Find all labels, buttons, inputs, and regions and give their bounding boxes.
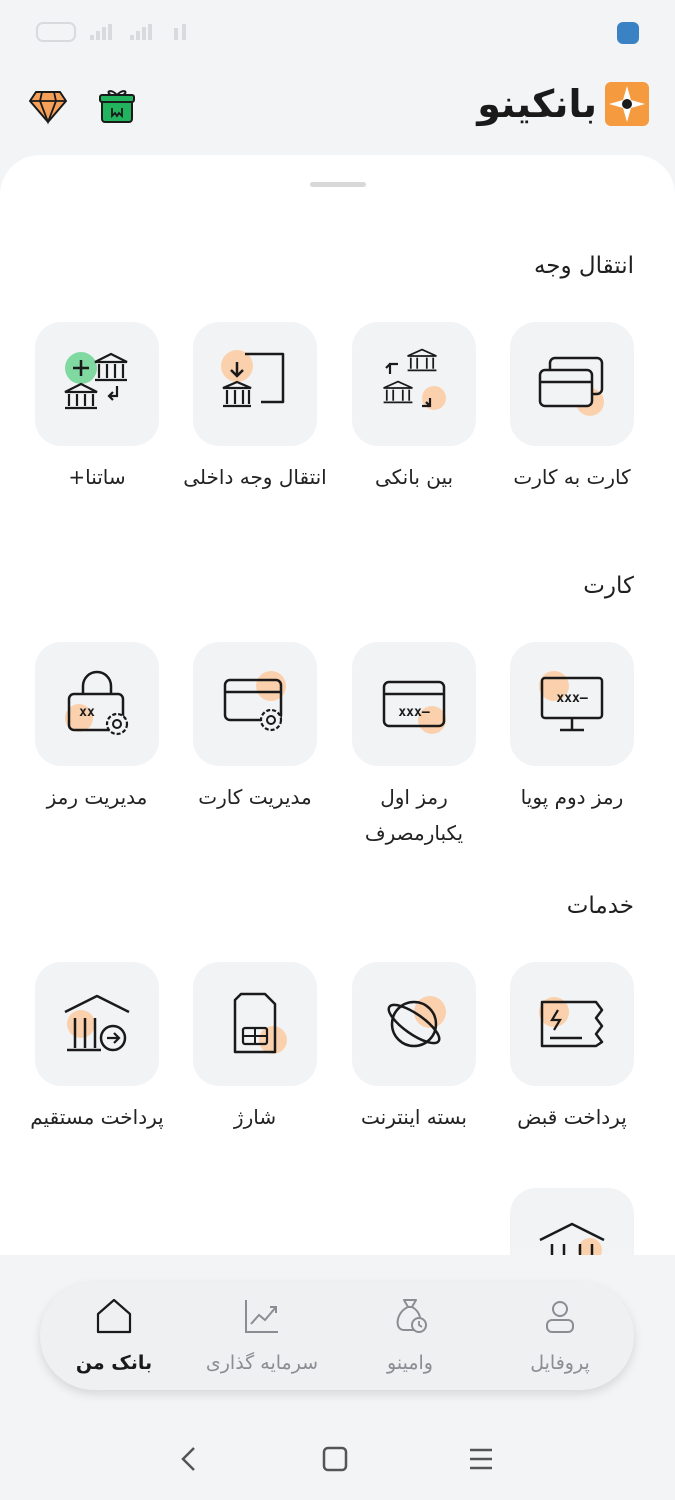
wifi-icon <box>170 24 196 40</box>
tile-label: بسته اینترنت <box>361 1105 467 1129</box>
dynamic-password-icon: xxx– <box>539 671 604 732</box>
tile-label: انتقال وجه داخلی <box>183 465 327 489</box>
home-button-icon[interactable] <box>320 1444 350 1474</box>
nav-my-bank[interactable]: بانک من <box>44 1282 184 1390</box>
signal-icon-2 <box>130 24 156 40</box>
home-icon <box>96 1298 132 1334</box>
tile-label: رمز دوم پویا <box>520 785 624 809</box>
diamond-icon[interactable] <box>28 86 68 126</box>
tile-card-to-card[interactable] <box>510 322 634 446</box>
nav-label: پروفایل <box>530 1352 590 1374</box>
tile-internet-package[interactable] <box>352 962 476 1086</box>
app-name: بانکینو <box>477 82 597 126</box>
direct-pay-icon <box>64 994 130 1052</box>
battery-icon <box>36 22 76 42</box>
svg-text:xxx–: xxx– <box>398 705 429 720</box>
tile-interbank[interactable] <box>352 322 476 446</box>
svg-text:xx: xx <box>79 705 95 720</box>
tile-card-management[interactable] <box>193 642 317 766</box>
sheet-handle[interactable] <box>310 182 366 187</box>
nav-label: سرمایه گذاری <box>205 1352 319 1374</box>
internal-transfer-icon <box>221 350 285 408</box>
bill-icon <box>539 997 604 1048</box>
card-settings-icon <box>223 671 286 732</box>
header: بانکینو <box>0 70 675 160</box>
tile-bill-payment[interactable] <box>510 962 634 1086</box>
loan-bag-icon <box>396 1299 427 1333</box>
tile-label: کارت به کارت <box>513 465 631 489</box>
section-title-services: خدمات <box>566 893 634 919</box>
tile-label: ساتنا+ <box>68 465 126 489</box>
app-notification-icon <box>617 22 639 44</box>
app-logo: بانکینو <box>477 82 649 126</box>
tile-dynamic-password[interactable]: xxx– <box>510 642 634 766</box>
services-sheet: انتقال وجه کارت به کارت بین بانکی انتقال… <box>0 155 675 1255</box>
tile-otp[interactable]: xxx– <box>352 642 476 766</box>
tile-label: پرداخت قبض <box>517 1105 627 1129</box>
sim-icon <box>233 992 287 1054</box>
tile-internal-transfer[interactable] <box>193 322 317 446</box>
nav-label: بانک من <box>75 1352 153 1374</box>
tile-direct-payment[interactable] <box>35 962 159 1086</box>
svg-text:xxx–: xxx– <box>556 691 587 706</box>
section-title-transfer: انتقال وجه <box>533 253 634 279</box>
nav-label: وامینو <box>387 1352 433 1374</box>
recents-icon[interactable] <box>466 1444 496 1474</box>
tile-label: رمز اول یکبارمصرف <box>364 785 464 845</box>
cards-icon <box>538 356 604 416</box>
building-icon <box>539 1222 605 1255</box>
system-navigation <box>0 1420 675 1500</box>
otp-card-icon: xxx– <box>382 680 446 734</box>
tile-password-management[interactable]: xx <box>35 642 159 766</box>
tile-label: مدیریت کارت <box>198 785 312 809</box>
internet-icon <box>387 996 446 1048</box>
tile-label: بین بانکی <box>374 465 454 489</box>
status-bar <box>0 0 675 70</box>
section-title-card: کارت <box>583 573 634 599</box>
signal-icon <box>90 24 116 40</box>
satna-icon <box>64 352 128 410</box>
interbank-icon <box>383 348 446 410</box>
chart-icon <box>245 1300 278 1333</box>
tile-more[interactable] <box>510 1188 634 1255</box>
tile-label: مدیریت رمز <box>46 785 148 809</box>
gift-icon[interactable] <box>97 86 137 126</box>
nav-profile[interactable]: پروفایل <box>490 1282 630 1390</box>
back-icon[interactable] <box>174 1444 204 1474</box>
tile-label: شارژ <box>233 1105 277 1129</box>
bottom-navigation: پروفایل وامینو سرمایه گذاری بانک من <box>40 1282 634 1390</box>
logo-mark-icon <box>605 82 649 126</box>
tile-label: پرداخت مستقیم <box>30 1105 164 1129</box>
tile-satna[interactable] <box>35 322 159 446</box>
nav-vamino[interactable]: وامینو <box>340 1282 480 1390</box>
password-settings-icon: xx <box>65 670 129 736</box>
tile-charge[interactable] <box>193 962 317 1086</box>
nav-investment[interactable]: سرمایه گذاری <box>192 1282 332 1390</box>
user-icon <box>546 1301 574 1333</box>
